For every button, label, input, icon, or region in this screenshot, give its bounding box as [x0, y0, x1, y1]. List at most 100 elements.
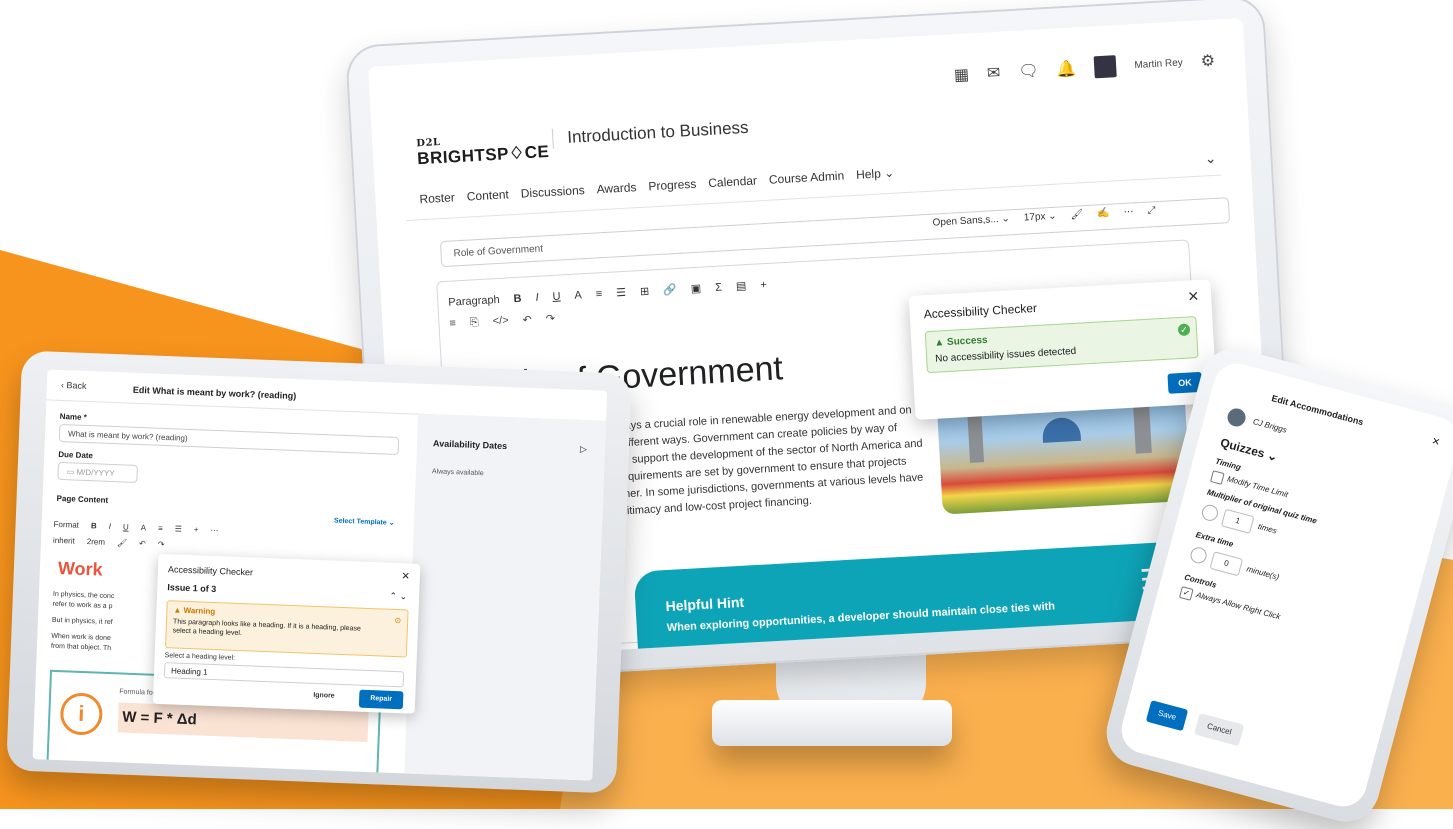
close-icon[interactable]: ✕ [401, 571, 410, 582]
more-icon[interactable]: ⋯ [210, 526, 218, 535]
tablet-device: ‹ Back Edit What is meant by work? (read… [6, 350, 632, 794]
multiplier-input[interactable]: 1 [1220, 508, 1255, 534]
chevron-right-icon[interactable]: ▷ [580, 444, 587, 455]
spellcheck-icon[interactable]: ✍ [1097, 208, 1110, 220]
equation-icon[interactable]: Σ [715, 281, 722, 293]
image-icon[interactable]: ▣ [690, 282, 702, 296]
nav-help[interactable]: Help ⌄ [856, 166, 895, 182]
cancel-button[interactable]: Cancel [1194, 713, 1245, 747]
monitor-stand-base [712, 700, 952, 746]
brightspace-logo[interactable]: D2L BRIGHTSP♢CE [416, 131, 550, 169]
editor-toolbar-row2: inherit 2rem 🖌 ↶ ↷ [53, 536, 165, 549]
heading-level-label: Select a heading level: [164, 652, 236, 662]
fullscreen-icon[interactable]: ⤢ [1147, 205, 1156, 216]
paragraph: from that object. Th [50, 642, 112, 653]
redo-icon[interactable]: ↷ [158, 540, 165, 549]
hint-title: Helpful Hint [665, 593, 745, 615]
extra-time-input[interactable]: 0 [1209, 551, 1244, 577]
align-icon[interactable]: ≡ [158, 524, 163, 533]
avatar[interactable] [1093, 55, 1118, 79]
page-title: Edit What is meant by work? (reading) [132, 384, 297, 401]
accessibility-checker-dialog: Accessibility Checker ✕ Issue 1 of 3 ⌃ ⌄… [152, 553, 421, 714]
chevron-down-icon[interactable]: ⌄ [1204, 150, 1217, 168]
repair-button[interactable]: Repair [358, 689, 404, 710]
warning-title-text: Warning [183, 605, 216, 617]
mail-icon[interactable]: ✉ [986, 63, 1001, 84]
insert-stuff-icon[interactable]: ⊞ [640, 285, 650, 298]
text-color-icon[interactable]: A [574, 289, 582, 301]
due-date-label: Due Date [58, 449, 94, 461]
name-field[interactable]: What is meant by work? (reading) [58, 423, 400, 455]
preview-icon[interactable]: ⎘ [470, 316, 480, 329]
format-painter-icon[interactable]: 🖌 [117, 538, 127, 547]
right-click-label: Always Allow Right Click [1195, 590, 1282, 622]
heading-level-select[interactable]: Heading 1 [163, 662, 405, 688]
bold-icon[interactable]: B [91, 521, 97, 530]
availability-title[interactable]: Availability Dates [433, 438, 508, 451]
issue-nav-icon[interactable]: ⌃ ⌄ [389, 591, 407, 603]
undo-icon[interactable]: ↶ [139, 539, 146, 548]
editor-toolbar: Paragraph B I U A ≡ ☰ ⊞ 🔗 ▣ Σ ▤ + [448, 278, 767, 309]
dialog-title: Accessibility Checker [923, 300, 1038, 322]
info-icon: i [59, 692, 104, 736]
warning-title: ▲ Warning [173, 605, 216, 617]
back-button[interactable]: ‹ Back [61, 380, 87, 391]
right-click-checkbox[interactable]: ✓ [1178, 586, 1194, 601]
waffle-icon[interactable]: ▦ [953, 64, 970, 85]
avatar [1225, 406, 1248, 429]
extra-time-radio[interactable] [1188, 545, 1209, 566]
warning-alert: ▲ Warning This paragraph looks like a he… [164, 600, 409, 658]
size-select[interactable]: 17px ⌄ [1024, 211, 1057, 224]
nav-course-admin[interactable]: Course Admin [769, 169, 845, 187]
size-select[interactable]: 2rem [87, 537, 106, 547]
nav-calendar[interactable]: Calendar [708, 173, 757, 190]
modify-time-checkbox[interactable] [1209, 470, 1225, 485]
format-select[interactable]: Paragraph [448, 293, 500, 308]
save-button[interactable]: Save [1145, 700, 1189, 732]
user-name[interactable]: Martin Rey [1134, 57, 1183, 71]
redo-icon[interactable]: ↷ [545, 312, 555, 325]
success-alert: ▲ Success No accessibility issues detect… [924, 316, 1199, 374]
bold-icon[interactable]: B [513, 292, 522, 304]
due-date-field[interactable]: ▭ M/D/YYYY [57, 461, 138, 483]
align-icon[interactable]: ≡ [595, 288, 602, 300]
link-icon[interactable]: 🔗 [663, 283, 677, 297]
warning-message: This paragraph looks like a heading. If … [172, 618, 361, 638]
success-message: No accessibility issues detected [934, 345, 1077, 365]
course-title[interactable]: Introduction to Business [551, 117, 750, 149]
add-icon[interactable]: + [760, 279, 767, 291]
select-template-link[interactable]: Select Template ⌄ [334, 517, 395, 527]
close-icon[interactable]: ✕ [1430, 436, 1441, 449]
gear-icon[interactable]: ⚙ [1200, 51, 1215, 72]
bell-icon[interactable]: 🔔 [1056, 58, 1077, 79]
nav-discussions[interactable]: Discussions [520, 183, 585, 201]
tablet-screen: ‹ Back Edit What is meant by work? (read… [32, 369, 608, 781]
underline-icon[interactable]: U [552, 290, 561, 302]
undo-icon[interactable]: ↶ [522, 313, 532, 326]
code-icon[interactable]: </> [492, 314, 509, 328]
times-label: times [1256, 521, 1278, 536]
format-select[interactable]: Format [53, 520, 79, 530]
italic-icon[interactable]: I [535, 291, 539, 303]
italic-icon[interactable]: I [109, 522, 112, 531]
list-icon[interactable]: ☰ [616, 286, 627, 300]
availability-sidebar: Availability Dates ▷ Always available [404, 413, 607, 781]
inherit-select[interactable]: inherit [53, 536, 75, 546]
underline-icon[interactable]: U [123, 522, 129, 531]
add-icon[interactable]: + [194, 525, 199, 534]
list-icon[interactable]: ☰ [175, 524, 183, 533]
nav-content[interactable]: Content [466, 187, 509, 203]
chat-icon[interactable]: 🗨 [1018, 61, 1039, 82]
multiplier-radio[interactable] [1200, 503, 1220, 523]
table-icon[interactable]: ▤ [736, 279, 747, 293]
more-icon[interactable]: ⋯ [1123, 206, 1134, 218]
nav-roster[interactable]: Roster [419, 190, 455, 206]
text-color-icon[interactable]: A [141, 523, 147, 532]
close-icon[interactable]: ✕ [1187, 288, 1200, 306]
ignore-button[interactable]: Ignore [313, 692, 335, 700]
work-heading: Work [57, 557, 104, 580]
nav-progress[interactable]: Progress [648, 177, 697, 194]
nav-awards[interactable]: Awards [596, 180, 637, 196]
accessibility-icon[interactable]: ≡ [449, 317, 456, 330]
format-painter-icon[interactable]: 🖌 [1070, 209, 1083, 221]
